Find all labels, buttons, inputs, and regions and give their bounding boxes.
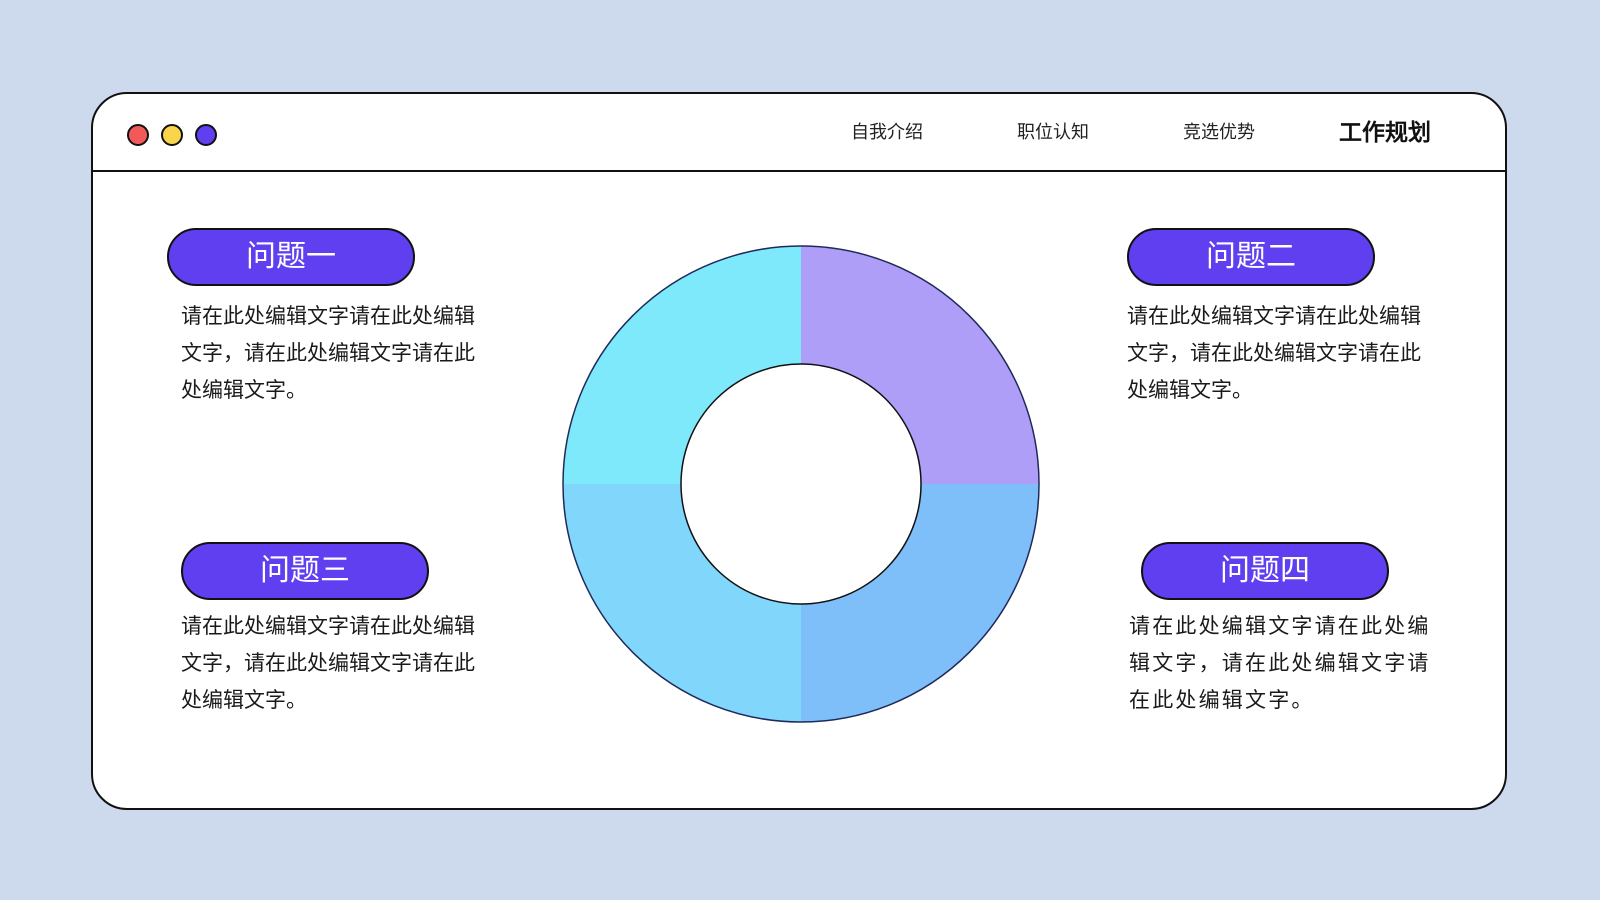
question-3-text: 请在此处编辑文字请在此处编辑文字，请在此处编辑文字请在此处编辑文字。 [181, 614, 475, 712]
minimize-dot[interactable] [161, 124, 183, 146]
donut-chart [562, 245, 1040, 723]
question-4-title: 问题四 [1141, 542, 1389, 600]
title-bar: 自我介绍 职位认知 竞选优势 工作规划 [93, 94, 1505, 172]
question-3-title: 问题三 [181, 542, 429, 600]
donut-hole [680, 363, 922, 605]
nav-item-self-intro[interactable]: 自我介绍 [851, 116, 923, 150]
nav-item-role-understanding[interactable]: 职位认知 [1017, 116, 1089, 150]
zoom-dot[interactable] [195, 124, 217, 146]
question-1-title: 问题一 [167, 228, 415, 286]
question-1-text: 请在此处编辑文字请在此处编辑文字，请在此处编辑文字请在此处编辑文字。 [181, 304, 475, 402]
close-dot[interactable] [127, 124, 149, 146]
question-4-text: 请在此处编辑文字请在此处编辑文字，请在此处编辑文字请在此处编辑文字。 [1129, 614, 1431, 712]
question-2-text: 请在此处编辑文字请在此处编辑文字，请在此处编辑文字请在此处编辑文字。 [1127, 304, 1421, 402]
browser-window: 自我介绍 职位认知 竞选优势 工作规划 问题一 请在此处编辑文字请在此处编辑文字… [91, 92, 1507, 810]
nav-item-work-plan[interactable]: 工作规划 [1339, 116, 1431, 150]
question-2-title: 问题二 [1127, 228, 1375, 286]
nav-item-campaign-advantages[interactable]: 竞选优势 [1183, 116, 1255, 150]
